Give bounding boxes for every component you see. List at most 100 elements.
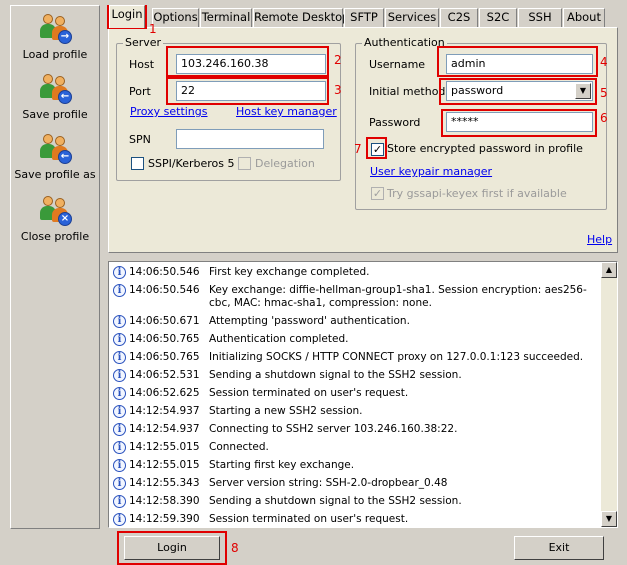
tab-options[interactable]: Options (152, 8, 199, 27)
log-message: Session terminated on user's request. (209, 513, 409, 525)
save-profile-label: Save profile (22, 108, 88, 121)
close-profile-button[interactable]: × Close profile (11, 196, 99, 243)
save-profile-button[interactable]: ← Save profile (11, 74, 99, 121)
scroll-track[interactable] (601, 278, 617, 511)
info-icon: i (113, 369, 126, 382)
log-row: i 14:06:50.546 Key exchange: diffie-hellma… (111, 282, 601, 313)
log-row: i 14:12:55.343 Server version string: SSH-… (111, 475, 601, 493)
info-icon: i (113, 284, 126, 297)
load-profile-icon: → (38, 14, 72, 44)
authentication-group-legend: Authentication (362, 36, 447, 49)
log-message: Starting a new SSH2 session. (209, 405, 363, 417)
tab-services[interactable]: Services (385, 8, 439, 27)
delegation-checkbox[interactable] (238, 157, 251, 170)
tab-remote-desktop[interactable]: Remote Desktop (253, 8, 349, 27)
info-icon: i (113, 459, 126, 472)
info-icon: i (113, 315, 126, 328)
log-row: i 14:06:50.765 Authentication completed. (111, 331, 601, 349)
tab-terminal[interactable]: Terminal (200, 8, 252, 27)
log-time: 14:06:50.671 (129, 315, 200, 327)
sspi-checkbox[interactable] (131, 157, 144, 170)
annotation-box-5 (439, 78, 597, 105)
log-time: 14:06:50.765 (129, 351, 200, 363)
save-profile-as-label: Save profile as (14, 168, 96, 181)
proxy-settings-link[interactable]: Proxy settings (130, 105, 208, 118)
log-row: i 14:12:54.937 Starting a new SSH2 session… (111, 403, 601, 421)
tab-ssh[interactable]: SSH (518, 8, 562, 27)
annotation-number-2: 2 (334, 53, 342, 67)
load-profile-button[interactable]: → Load profile (11, 14, 99, 61)
profile-sidebar: → Load profile ← Save profile ← Save pro… (10, 5, 100, 529)
log-time: 14:06:52.625 (129, 387, 200, 399)
log-message: Session terminated on user's request. (209, 387, 409, 399)
log-time: 14:12:58.390 (129, 495, 200, 507)
gssapi-checkbox[interactable]: ✓ (371, 187, 384, 200)
log-row: i 14:06:52.531 Sending a shutdown signal t… (111, 367, 601, 385)
sspi-label: SSPI/Kerberos 5 (148, 157, 235, 170)
spn-input[interactable] (176, 129, 324, 149)
log-list: i 14:06:50.546 First key exchange complete… (111, 264, 601, 527)
tab-about[interactable]: About (563, 8, 605, 27)
log-row: i 14:06:50.671 Attempting 'password' authe… (111, 313, 601, 331)
close-profile-icon: × (38, 196, 72, 226)
session-log[interactable]: i 14:06:50.546 First key exchange complete… (108, 261, 618, 528)
log-time: 14:06:50.765 (129, 333, 200, 345)
info-icon: i (113, 387, 126, 400)
save-profile-icon: ← (38, 74, 72, 104)
log-row: i 14:12:55.015 Starting first key exchange… (111, 457, 601, 475)
tab-login[interactable]: Login (109, 5, 145, 28)
exit-button[interactable]: Exit (514, 536, 604, 560)
store-password-label: Store encrypted password in profile (387, 142, 583, 155)
server-group-legend: Server (123, 36, 164, 49)
tab-sftp[interactable]: SFTP (344, 8, 384, 27)
log-time: 14:12:54.937 (129, 423, 200, 435)
scroll-down-icon[interactable]: ▼ (601, 511, 617, 527)
annotation-number-4: 4 (600, 55, 608, 69)
port-label: Port (129, 85, 151, 98)
log-time: 14:06:52.531 (129, 369, 200, 381)
log-message: Authentication completed. (209, 333, 349, 345)
annotation-number-6: 6 (600, 111, 608, 125)
log-message: Initializing SOCKS / HTTP CONNECT proxy … (209, 351, 584, 363)
log-row: i 14:12:59.390 Session terminated on user'… (111, 511, 601, 527)
log-scrollbar[interactable]: ▲ ▼ (601, 262, 617, 527)
username-label: Username (369, 58, 426, 71)
password-label: Password (369, 116, 421, 129)
log-time: 14:06:50.546 (129, 266, 200, 278)
spn-label: SPN (129, 133, 151, 146)
host-label: Host (129, 58, 155, 71)
log-row: i 14:06:50.765 Initializing SOCKS / HTTP C… (111, 349, 601, 367)
log-row: i 14:12:55.015 Connected. (111, 439, 601, 457)
info-icon: i (113, 333, 126, 346)
log-message: Server version string: SSH-2.0-dropbear_… (209, 477, 448, 489)
help-link[interactable]: Help (587, 233, 612, 246)
user-keypair-manager-link[interactable]: User keypair manager (370, 165, 492, 178)
host-key-manager-link[interactable]: Host key manager (236, 105, 337, 118)
save-profile-as-icon: ← (38, 134, 72, 164)
info-icon: i (113, 351, 126, 364)
annotation-box-2 (166, 46, 329, 77)
close-profile-label: Close profile (20, 230, 90, 243)
info-icon: i (113, 477, 126, 490)
annotation-number-7: 7 (354, 142, 362, 156)
log-time: 14:06:50.546 (129, 284, 200, 296)
annotation-number-1: 1 (149, 22, 157, 36)
log-row: i 14:12:58.390 Sending a shutdown signal t… (111, 493, 601, 511)
log-message: Attempting 'password' authentication. (209, 315, 410, 327)
log-message: Connected. (209, 441, 269, 453)
tab-c2s[interactable]: C2S (440, 8, 478, 27)
annotation-box-8 (117, 531, 227, 565)
gssapi-label: Try gssapi-keyex first if available (387, 187, 567, 200)
annotation-box-4 (437, 46, 598, 77)
log-time: 14:12:55.015 (129, 441, 200, 453)
save-profile-as-button[interactable]: ← Save profile as (11, 134, 99, 181)
tab-s2c[interactable]: S2C (479, 8, 517, 27)
scroll-up-icon[interactable]: ▲ (601, 262, 617, 278)
log-time: 14:12:54.937 (129, 405, 200, 417)
log-row: i 14:12:54.937 Connecting to SSH2 server 1… (111, 421, 601, 439)
log-time: 14:12:59.390 (129, 513, 200, 525)
info-icon: i (113, 423, 126, 436)
annotation-number-3: 3 (334, 83, 342, 97)
log-message: Sending a shutdown signal to the SSH2 se… (209, 495, 462, 507)
log-message: Key exchange: diffie-hellman-group1-sha1… (209, 284, 587, 309)
